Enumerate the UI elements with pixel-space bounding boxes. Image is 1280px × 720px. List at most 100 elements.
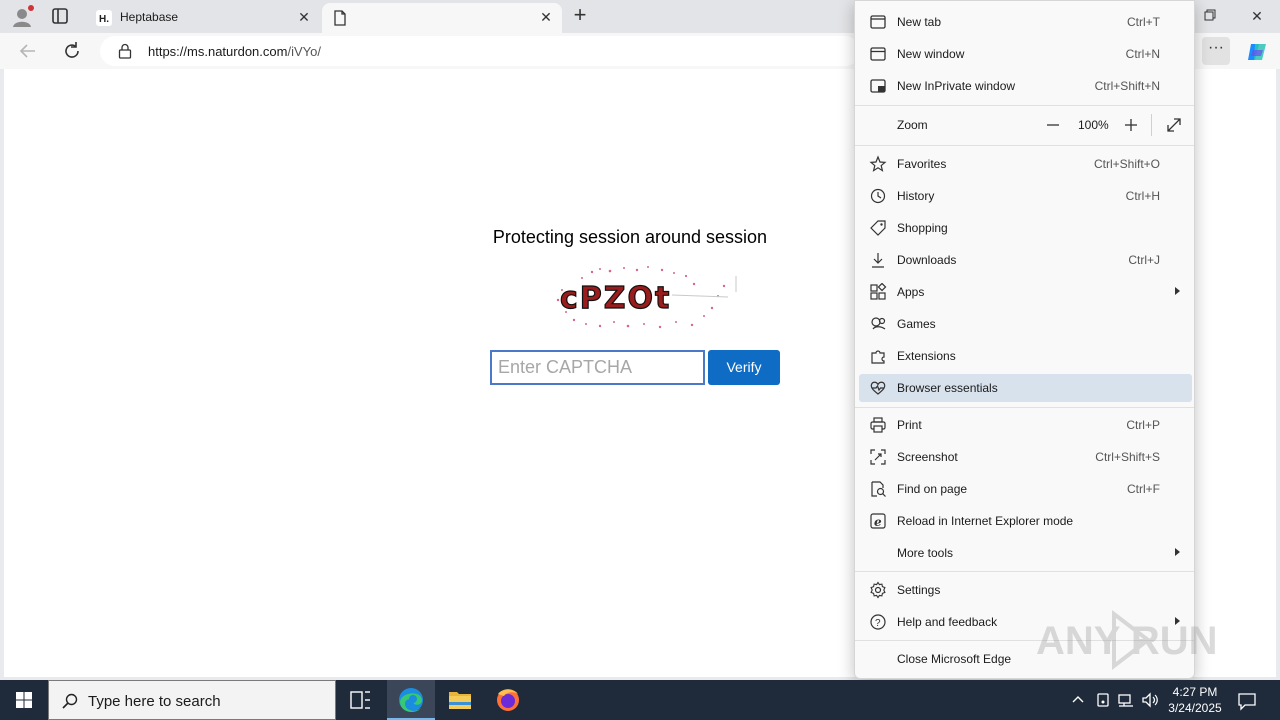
folder-icon — [449, 692, 471, 709]
tag-icon — [870, 220, 886, 236]
url-text[interactable]: https://ms.naturdon.com/iVYo/ — [148, 44, 321, 59]
menu-item-reload-ie-mode[interactable]: e Reload in Internet Explorer mode — [859, 507, 1192, 535]
menu-item-screenshot[interactable]: Screenshot Ctrl+Shift+S — [859, 443, 1192, 471]
profile-button[interactable] — [10, 5, 34, 29]
verify-button[interactable]: Verify — [708, 350, 780, 385]
zoom-out-icon[interactable] — [1043, 115, 1063, 135]
menu-item-label: Help and feedback — [897, 615, 998, 629]
chevron-right-icon — [1175, 548, 1180, 556]
menu-divider — [855, 105, 1194, 106]
zoom-in-icon[interactable] — [1121, 115, 1141, 135]
menu-item-label: Find on page — [897, 482, 968, 496]
menu-item-history[interactable]: History Ctrl+H — [859, 182, 1192, 210]
task-view-icon — [350, 691, 370, 709]
refresh-button[interactable] — [60, 39, 84, 63]
url-path: /iVYo/ — [287, 44, 321, 59]
zoom-divider — [1151, 114, 1152, 136]
menu-item-browser-essentials[interactable]: Browser essentials — [859, 374, 1192, 402]
screenshot-icon — [870, 449, 886, 465]
menu-item-label: Favorites — [897, 157, 947, 171]
menu-divider — [855, 407, 1194, 408]
tab-heptabase[interactable]: H. Heptabase ✕ — [86, 3, 320, 33]
back-button[interactable] — [16, 39, 40, 63]
close-tab-icon[interactable]: ✕ — [296, 9, 312, 25]
file-explorer-button[interactable] — [436, 680, 484, 720]
refresh-icon — [65, 42, 79, 58]
captcha-input[interactable] — [490, 350, 705, 385]
edge-icon — [399, 688, 423, 712]
chevron-up-icon[interactable] — [1068, 690, 1088, 710]
menu-item-shortcut: Ctrl+N — [1125, 47, 1160, 61]
clock-time: 4:27 PM — [1172, 685, 1218, 699]
menu-item-new-inprivate-window[interactable]: New InPrivate window Ctrl+Shift+N — [859, 72, 1192, 100]
menu-item-more-tools[interactable]: More tools — [859, 539, 1192, 567]
menu-item-shortcut: Ctrl+Shift+O — [1093, 157, 1160, 171]
inprivate-icon — [870, 79, 886, 93]
new-tab-button[interactable]: + — [568, 4, 592, 27]
gear-icon — [870, 581, 886, 599]
menu-item-label: Downloads — [897, 253, 957, 267]
menu-divider — [855, 145, 1194, 146]
menu-divider — [855, 571, 1194, 572]
menu-item-label: New InPrivate window — [897, 79, 1016, 93]
menu-item-shortcut: Ctrl+F — [1127, 482, 1160, 496]
menu-item-label: New tab — [897, 15, 942, 29]
menu-item-label: Browser essentials — [897, 381, 998, 395]
back-arrow-icon — [19, 44, 35, 58]
volume-icon[interactable] — [1140, 690, 1160, 710]
address-bar[interactable]: https://ms.naturdon.com/iVYo/ — [100, 36, 860, 66]
firefox-button[interactable] — [484, 680, 532, 720]
menu-item-find-on-page[interactable]: Find on page Ctrl+F — [859, 475, 1192, 503]
taskbar-search[interactable]: Type here to search — [48, 680, 336, 720]
menu-item-settings[interactable]: Settings — [859, 576, 1192, 604]
menu-item-print[interactable]: Print Ctrl+P — [859, 411, 1192, 439]
close-window-button[interactable]: ✕ — [1247, 6, 1267, 26]
menu-item-label: Apps — [897, 285, 925, 299]
menu-item-games[interactable]: Games — [859, 310, 1192, 338]
menu-item-new-window[interactable]: New window Ctrl+N — [859, 40, 1192, 68]
anyrun-watermark: ANY RUN — [1036, 608, 1236, 672]
tab-current[interactable]: ✕ — [322, 3, 562, 33]
start-button[interactable] — [0, 680, 48, 720]
svg-text:?: ? — [875, 618, 881, 629]
new-tab-icon — [870, 15, 886, 29]
anyrun-logo: ANY RUN — [1036, 609, 1218, 671]
help-icon: ? — [870, 614, 886, 630]
menu-item-favorites[interactable]: Favorites Ctrl+Shift+O — [859, 150, 1192, 178]
puzzle-icon — [871, 350, 885, 364]
menu-item-new-tab[interactable]: New tab Ctrl+T — [859, 8, 1192, 36]
taskbar-clock[interactable]: 4:27 PM 3/24/2025 — [1166, 684, 1224, 716]
edge-taskbar-button[interactable] — [387, 680, 435, 720]
menu-item-shortcut: Ctrl+H — [1125, 189, 1160, 203]
clock-date: 3/24/2025 — [1168, 701, 1222, 715]
menu-item-label: History — [897, 189, 935, 203]
tab-actions-button[interactable] — [48, 5, 72, 27]
close-tab-icon[interactable]: ✕ — [538, 9, 554, 25]
settings-and-more-button[interactable]: ··· — [1202, 37, 1230, 65]
download-icon — [872, 253, 884, 268]
more-dots-icon: ··· — [1208, 39, 1224, 56]
url-host: https://ms.naturdon.com — [148, 44, 288, 59]
task-view-button[interactable] — [336, 680, 384, 720]
notification-center-icon[interactable] — [1236, 690, 1258, 712]
menu-item-shortcut: Ctrl+P — [1126, 418, 1160, 432]
taskbar: Type here to search 4:27 PM 3/24/2025 — [0, 680, 1280, 720]
menu-item-apps[interactable]: Apps — [859, 278, 1192, 306]
lock-icon[interactable] — [118, 43, 132, 59]
restore-window-button[interactable] — [1200, 6, 1220, 26]
games-icon — [871, 317, 886, 330]
network-icon[interactable] — [1116, 690, 1136, 710]
notification-dot — [28, 5, 34, 11]
fullscreen-icon[interactable] — [1164, 115, 1184, 135]
copilot-button[interactable] — [1245, 40, 1269, 64]
menu-item-extensions[interactable]: Extensions — [859, 342, 1192, 370]
menu-item-label: Screenshot — [897, 450, 958, 464]
history-icon — [870, 188, 886, 204]
menu-item-downloads[interactable]: Downloads Ctrl+J — [859, 246, 1192, 274]
firefox-icon — [497, 689, 519, 711]
settings-menu: New tab Ctrl+T New window Ctrl+N New InP… — [854, 0, 1195, 679]
device-icon[interactable] — [1093, 690, 1113, 710]
menu-item-shopping[interactable]: Shopping — [859, 214, 1192, 242]
zoom-level: 100% — [1078, 118, 1109, 132]
ie-icon: e — [870, 513, 886, 529]
